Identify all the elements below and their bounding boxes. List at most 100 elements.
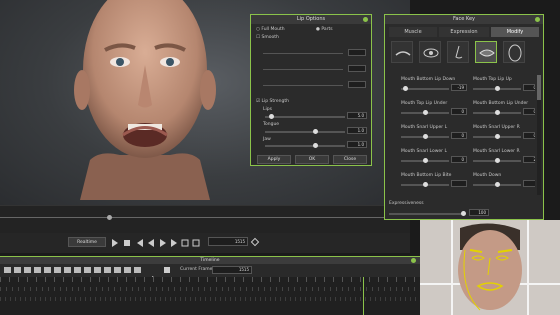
realtime-dropdown[interactable]: Realtime — [68, 237, 106, 247]
tongue-slider-handle[interactable] — [313, 129, 318, 134]
face-key-slider[interactable]: Mouth Top Lip Up 0 — [473, 77, 535, 99]
head-icon[interactable] — [503, 41, 525, 63]
close-icon[interactable] — [535, 17, 540, 22]
apply-button[interactable]: Apply — [257, 155, 291, 164]
eye-icon[interactable] — [419, 41, 441, 63]
lips-slider[interactable] — [265, 116, 345, 118]
face-key-slider-value[interactable]: 2 — [523, 156, 535, 163]
timeline-tool-icon[interactable] — [44, 267, 51, 273]
close-icon[interactable] — [363, 17, 368, 22]
timeline-track[interactable] — [0, 297, 420, 301]
face-key-slider-handle[interactable] — [495, 158, 500, 163]
face-key-slider-value[interactable]: 0 — [451, 156, 467, 163]
timeline-ruler[interactable] — [0, 277, 420, 282]
face-key-slider-value[interactable]: 0 — [523, 84, 535, 91]
face-key-slider-track[interactable] — [401, 88, 449, 90]
smooth-checkbox[interactable]: ☐ Smooth — [256, 35, 279, 40]
face-key-slider[interactable]: Mouth Bottom Lip Bite — [401, 173, 469, 195]
timeline-tool-icon[interactable] — [14, 267, 21, 273]
scrub-bar[interactable] — [0, 205, 410, 233]
lip-strength-checkbox[interactable]: ☑ Lip Strength — [256, 99, 289, 104]
nose-icon[interactable] — [447, 41, 469, 63]
face-key-slider-label: Mouth Top Lip Up — [473, 77, 512, 82]
face-key-slider-value[interactable] — [523, 180, 535, 187]
ok-button[interactable]: OK — [295, 155, 329, 164]
face-key-slider[interactable]: Mouth Snarl Upper L 0 — [401, 125, 469, 147]
face-key-slider-label: Mouth Bottom Lip Down — [401, 77, 456, 82]
jaw-value[interactable]: 1.0 — [347, 141, 367, 148]
face-key-slider[interactable]: Mouth Snarl Upper R 0 — [473, 125, 535, 147]
timeline-tool-icon[interactable] — [64, 267, 71, 273]
slider-list-scrollbar[interactable] — [537, 75, 541, 195]
face-key-slider-value[interactable]: 0 — [451, 108, 467, 115]
close-button[interactable]: Close — [333, 155, 367, 164]
timeline-playhead[interactable] — [363, 277, 364, 315]
scrub-track — [0, 217, 410, 218]
timeline-tool-icon[interactable] — [34, 267, 41, 273]
parts-radio[interactable]: ● Parts — [316, 27, 333, 32]
timeline-tool-icon[interactable] — [54, 267, 61, 273]
face-key-slider-handle[interactable] — [495, 134, 500, 139]
face-key-slider-handle[interactable] — [423, 134, 428, 139]
face-key-slider-handle[interactable] — [403, 86, 408, 91]
face-key-slider[interactable]: Mouth Bottom Lip Down -19 — [401, 77, 469, 99]
face-key-slider-value[interactable]: -19 — [451, 84, 467, 91]
face-key-slider-value[interactable]: 0 — [523, 108, 535, 115]
timeline-tool-icon[interactable] — [24, 267, 31, 273]
jaw-slider[interactable] — [265, 145, 345, 147]
face-key-slider-value[interactable] — [451, 180, 467, 187]
tongue-label: Tongue — [263, 122, 280, 127]
tab-muscle[interactable]: Muscle — [389, 27, 437, 37]
timeline-tool-icon[interactable] — [104, 267, 111, 273]
rewind-icon — [148, 239, 154, 247]
current-frame-field[interactable]: 1515 — [212, 266, 252, 274]
lips-slider-handle[interactable] — [269, 114, 274, 119]
transport-controls[interactable] — [110, 238, 210, 248]
face-key-slider-handle[interactable] — [495, 86, 500, 91]
timeline-tool-icon[interactable] — [134, 267, 141, 273]
face-key-slider-handle[interactable] — [423, 158, 428, 163]
tab-modify[interactable]: Modify — [491, 27, 539, 37]
timeline-tool-icon[interactable] — [124, 267, 131, 273]
frame-field[interactable]: 1515 — [208, 237, 248, 246]
face-key-slider-label: Mouth Top Lip Under — [401, 101, 448, 106]
expressiveness-handle[interactable] — [461, 211, 466, 216]
play-icon[interactable] — [152, 267, 158, 282]
mouth-icon[interactable] — [475, 41, 497, 63]
timeline-tool-icon[interactable] — [74, 267, 81, 273]
timeline-tool-icon[interactable] — [114, 267, 121, 273]
timeline-tool-icon[interactable] — [84, 267, 91, 273]
timeline-tool-icon[interactable] — [4, 267, 11, 273]
tongue-value[interactable]: 1.0 — [347, 127, 367, 134]
stop-icon[interactable] — [164, 267, 170, 273]
face-key-panel: Face Key Muscle Expression Modify Mouth … — [384, 14, 544, 220]
face-key-slider-handle[interactable] — [495, 110, 500, 115]
brow-icon[interactable] — [391, 41, 413, 63]
face-key-slider[interactable]: Mouth Top Lip Under 0 — [401, 101, 469, 123]
key-icon[interactable] — [250, 237, 260, 247]
jaw-slider-handle[interactable] — [313, 143, 318, 148]
lips-label: Lips — [263, 107, 272, 112]
expressiveness-value[interactable]: 100 — [469, 209, 489, 216]
scrub-handle[interactable] — [107, 215, 112, 220]
full-mouth-radio[interactable]: ○ Full Mouth — [256, 27, 285, 32]
face-key-slider-value[interactable]: 0 — [523, 132, 535, 139]
face-key-slider-handle[interactable] — [495, 182, 500, 187]
expressiveness-slider[interactable] — [389, 213, 465, 215]
tongue-slider[interactable] — [265, 131, 345, 133]
face-key-slider-label: Mouth Snarl Upper L — [401, 125, 448, 130]
face-key-slider[interactable]: Mouth Down — [473, 173, 535, 195]
face-key-slider-handle[interactable] — [423, 182, 428, 187]
timeline-tool-icon[interactable] — [94, 267, 101, 273]
face-key-slider[interactable]: Mouth Bottom Lip Under 0 — [473, 101, 535, 123]
face-key-slider-value[interactable]: 0 — [451, 132, 467, 139]
face-key-slider-handle[interactable] — [423, 110, 428, 115]
face-key-slider[interactable]: Mouth Snarl Lower L 0 — [401, 149, 469, 171]
lips-value[interactable]: 5.0 — [347, 112, 367, 119]
prev-icon — [137, 239, 143, 247]
timeline-tracks[interactable] — [0, 277, 420, 315]
close-icon[interactable] — [411, 258, 416, 263]
face-key-slider[interactable]: Mouth Snarl Lower R 2 — [473, 149, 535, 171]
tab-expression[interactable]: Expression — [439, 27, 489, 37]
timeline-track[interactable] — [0, 287, 420, 291]
